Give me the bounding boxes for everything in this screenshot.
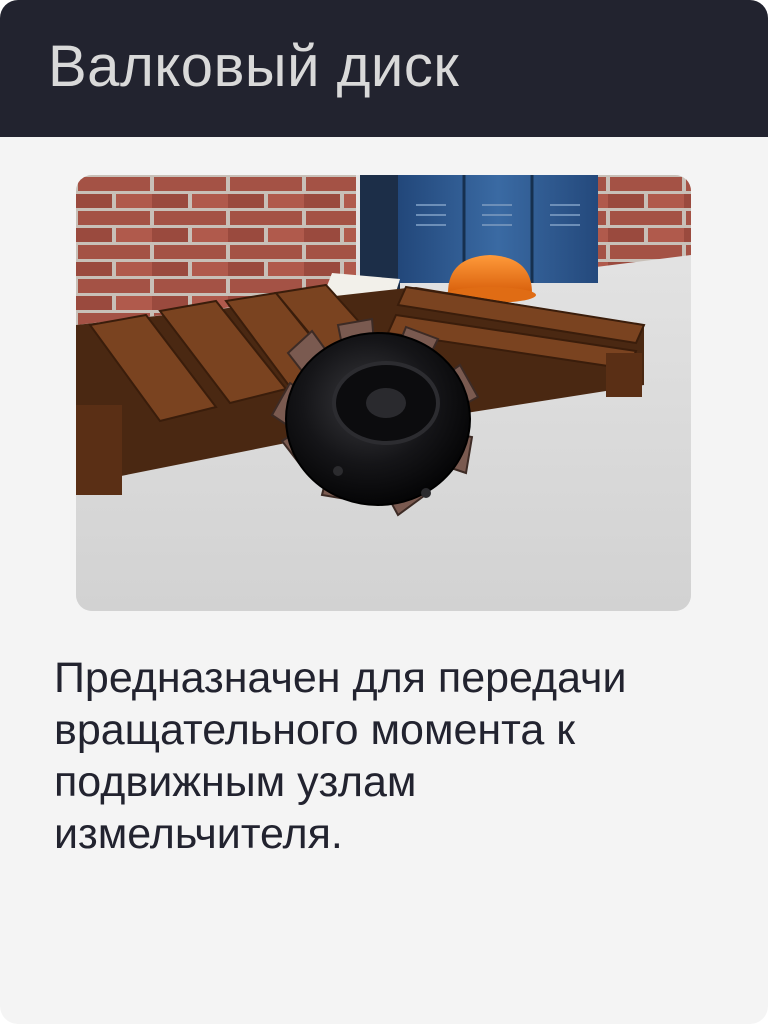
info-card: Валковый диск Предназначен для передачи … <box>0 0 768 1024</box>
card-header: Валковый диск <box>0 0 768 137</box>
roller-disc-image <box>76 175 691 611</box>
card-description: Предназначен для передачи вращательного … <box>54 654 627 858</box>
card-title: Валковый диск <box>48 34 460 99</box>
